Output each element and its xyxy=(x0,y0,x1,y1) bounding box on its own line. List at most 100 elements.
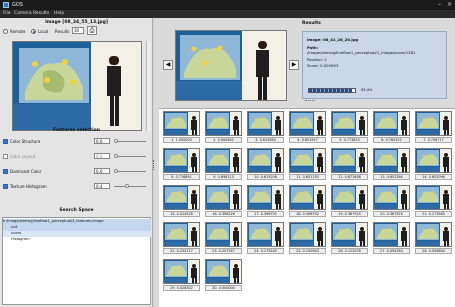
result-thumbnail[interactable]: 3. 0.815584 xyxy=(247,111,284,144)
next-button[interactable]: ▶ xyxy=(289,60,299,70)
thumbnail-image xyxy=(163,185,200,210)
menu-camera[interactable]: Camera xyxy=(14,11,32,16)
result-thumbnail[interactable]: 19. 0.367925 xyxy=(331,185,368,218)
result-info-box: Image: 08_41_28_20.jpg Path: /image/ahei… xyxy=(302,31,447,99)
checkbox-texture-histogram[interactable] xyxy=(3,184,8,189)
thumbnail-caption: 20. 0.367925 xyxy=(373,211,410,217)
result-thumbnail[interactable]: 18. 0.396792 xyxy=(289,185,326,218)
tree-row-label: Histogram xyxy=(11,237,30,241)
result-thumbnail[interactable]: 13. 0.652284 xyxy=(373,148,410,181)
thumbnail-image xyxy=(373,222,410,247)
checkbox-dominant-color[interactable] xyxy=(3,169,8,174)
thumbnail-caption: 7. 0.756717 xyxy=(415,137,452,143)
result-thumbnail[interactable]: 25. 0.150943 xyxy=(289,222,326,255)
result-thumbnail[interactable]: 10. 0.615208 xyxy=(247,148,284,181)
result-thumbnail[interactable]: 12. 0.671658 xyxy=(331,148,368,181)
thumbnail-image xyxy=(415,222,452,247)
feature-value-color-layout[interactable]: 0.0 xyxy=(94,153,110,159)
result-thumbnail[interactable]: 30. 0.000000 xyxy=(205,259,242,292)
slider-dominant-color[interactable] xyxy=(114,171,146,172)
thumbnail-caption: 16. 0.396226 xyxy=(205,211,242,217)
thumbnail-caption: 15. 0.414528 xyxy=(163,211,200,217)
result-thumbnail[interactable]: 7. 0.756717 xyxy=(415,111,452,144)
checkbox-color-structure[interactable] xyxy=(3,139,8,144)
result-thumbnail[interactable]: 27. 0.094340 xyxy=(373,222,410,255)
result-thumbnail[interactable]: 11. 0.651150 xyxy=(289,148,326,181)
thumbnail-caption: 10. 0.615208 xyxy=(247,174,284,180)
result-thumbnail[interactable]: 21. 0.273585 xyxy=(415,185,452,218)
camera-icon: ⎙ xyxy=(89,27,95,34)
close-icon[interactable]: × xyxy=(447,1,452,8)
result-thumbnail[interactable]: 23. 0.207547 xyxy=(205,222,242,255)
result-thumbnail[interactable]: 4. 0.801957 xyxy=(289,111,326,144)
radio-remote[interactable] xyxy=(3,29,8,34)
result-thumbnail[interactable]: 1. 1.000000 xyxy=(163,111,200,144)
result-thumbnail[interactable]: 15. 0.414528 xyxy=(163,185,200,218)
result-thumbnail[interactable]: 9. 0.698113 xyxy=(205,148,242,181)
slider-knob-color-layout[interactable] xyxy=(114,154,118,158)
feature-value-dominant-color[interactable]: 0.0 xyxy=(94,168,110,174)
search-space-title: Search Space xyxy=(59,208,94,213)
camera-button[interactable]: ⎙ xyxy=(87,26,97,35)
result-thumbnail[interactable]: 29. 0.028302 xyxy=(163,259,200,292)
result-thumbnail[interactable]: 17. 0.396792 xyxy=(247,185,284,218)
left-panel: Image [08_34_55_13.jpg] Remote Local Res… xyxy=(0,18,153,307)
chevron-right-icon: ▶ xyxy=(291,61,297,68)
thumbnail-caption: 3. 0.815584 xyxy=(247,137,284,143)
thumbnail-caption: 25. 0.150943 xyxy=(289,248,326,254)
thumbnail-image xyxy=(415,111,452,136)
thumbnail-caption: 23. 0.207547 xyxy=(205,248,242,254)
features-title: Features selection xyxy=(53,128,100,133)
result-thumbnail[interactable]: 6. 0.764152 xyxy=(373,111,410,144)
checkbox-color-layout[interactable] xyxy=(3,154,8,159)
thumbnail-image xyxy=(205,259,242,284)
minimize-icon[interactable]: – xyxy=(438,1,441,8)
slider-color-layout[interactable] xyxy=(114,156,146,157)
menu-results[interactable]: Results xyxy=(33,11,49,16)
query-image xyxy=(12,41,142,131)
thumbnail-image xyxy=(163,259,200,284)
result-thumbnail[interactable]: 24. 0.179245 xyxy=(247,222,284,255)
thumbnail-caption: 2. 0.900562 xyxy=(205,137,242,143)
thumbnail-image xyxy=(205,222,242,247)
results-count-input[interactable]: 30 xyxy=(72,27,84,34)
result-thumbnail[interactable]: 16. 0.396226 xyxy=(205,185,242,218)
result-thumbnail[interactable]: 8. 0.716891 xyxy=(163,148,200,181)
thumbnail-image xyxy=(247,111,284,136)
thumbnail-image xyxy=(247,222,284,247)
thumbnail-image xyxy=(289,148,326,173)
slider-color-structure[interactable] xyxy=(114,141,146,142)
result-thumbnail[interactable]: 2. 0.900562 xyxy=(205,111,242,144)
result-thumbnail[interactable]: 5. 0.773835 xyxy=(331,111,368,144)
results-divider[interactable] xyxy=(305,100,315,102)
previous-button[interactable]: ◀ xyxy=(163,60,173,70)
result-thumbnail[interactable]: 20. 0.367925 xyxy=(373,185,410,218)
thumbnail-image xyxy=(289,111,326,136)
thumbnail-caption: 14. 0.652096 xyxy=(415,174,452,180)
results-count-label: Results xyxy=(55,29,70,34)
feature-value-color-structure[interactable]: 0.0 xyxy=(94,138,110,144)
radio-local[interactable] xyxy=(31,29,36,34)
feature-label-texture-histogram: Texture Histogram xyxy=(10,184,47,189)
result-thumbnail[interactable]: 22. 0.254717 xyxy=(163,222,200,255)
menu-help[interactable]: Help xyxy=(54,11,64,16)
results-grid: 1. 1.000000 2. 0.900562 3. 0.815584 4. 0… xyxy=(159,108,455,307)
image-scrollbar[interactable] xyxy=(146,41,151,131)
feature-value-texture-histogram[interactable]: 0.4 xyxy=(94,183,110,189)
feature-label-color-layout: Color Layout xyxy=(10,154,36,159)
result-thumbnail[interactable]: 28. 0.056604 xyxy=(415,222,452,255)
result-thumbnail[interactable]: 14. 0.652096 xyxy=(415,148,452,181)
menu-file[interactable]: File xyxy=(3,11,11,16)
thumbnail-caption: 27. 0.094340 xyxy=(373,248,410,254)
thumbnail-image xyxy=(205,148,242,173)
search-space-tree[interactable]: ▾ /Image/aheisig/lineflow1_perceptual/3_… xyxy=(2,217,151,305)
result-thumbnail[interactable]: 26. 0.122076 xyxy=(331,222,368,255)
slider-knob-dominant-color[interactable] xyxy=(114,169,118,173)
thumbnail-caption: 30. 0.000000 xyxy=(205,285,242,291)
tree-row[interactable]: Histogram xyxy=(3,237,151,243)
slider-texture-histogram[interactable] xyxy=(114,186,146,187)
slider-knob-texture-histogram[interactable] xyxy=(125,184,129,188)
thumbnail-image xyxy=(163,111,200,136)
thumbnail-image xyxy=(331,185,368,210)
slider-knob-color-structure[interactable] xyxy=(114,139,118,143)
